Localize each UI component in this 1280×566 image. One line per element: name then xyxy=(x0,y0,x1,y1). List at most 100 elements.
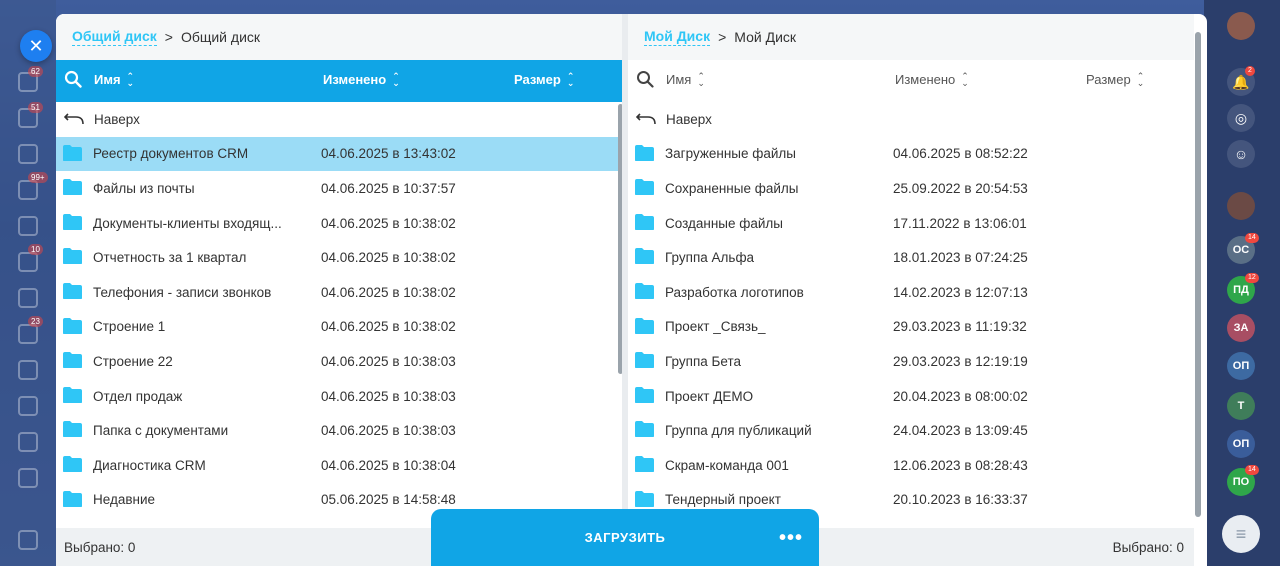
menu-lines-icon[interactable]: ≡ xyxy=(1222,515,1260,553)
up-row[interactable]: Наверх xyxy=(628,102,1194,137)
folder-modified-date: 25.09.2022 в 20:54:53 xyxy=(893,180,1028,196)
folder-row[interactable]: Документы-клиенты входящ... 04.06.2025 в … xyxy=(56,206,622,241)
folder-modified-date: 20.04.2023 в 08:00:02 xyxy=(893,388,1028,404)
close-button[interactable]: ✕ xyxy=(20,30,52,62)
folder-modified-date: 04.06.2025 в 08:52:22 xyxy=(893,146,1028,162)
chat-avatar[interactable]: ЗА xyxy=(1227,314,1255,342)
folder-name: Файлы из почты xyxy=(93,180,195,196)
folder-row[interactable]: Строение 1 04.06.2025 в 10:38:02 xyxy=(56,310,622,345)
folder-row[interactable]: Реестр документов CRM 04.06.2025 в 13:43:… xyxy=(56,136,622,172)
chat-avatar[interactable]: ОП xyxy=(1227,430,1255,458)
folder-icon xyxy=(62,144,83,162)
column-name[interactable]: Имя ⌃ ⌄ xyxy=(666,71,705,87)
selected-count: Выбрано: 0 xyxy=(1112,539,1184,555)
folder-row[interactable]: Группа для публикаций 24.04.2023 в 13:09:… xyxy=(628,413,1194,448)
menu-icon xyxy=(18,324,38,344)
folder-modified-date: 12.06.2023 в 08:28:43 xyxy=(893,457,1028,473)
folder-modified-date: 04.06.2025 в 10:38:02 xyxy=(321,250,456,266)
breadcrumb-link[interactable]: Общий диск xyxy=(72,28,157,46)
folder-name: Группа для публикаций xyxy=(665,423,812,439)
folder-icon xyxy=(634,247,655,265)
user-avatar[interactable] xyxy=(1227,12,1255,40)
notification-badge: 2 xyxy=(1245,66,1255,76)
folder-icon xyxy=(62,282,83,300)
folder-row[interactable]: Диагностика CRM 04.06.2025 в 10:38:04 xyxy=(56,448,622,483)
breadcrumb: Общий диск > Общий диск xyxy=(56,14,622,60)
up-row[interactable]: Наверх xyxy=(56,102,622,137)
folder-modified-date: 24.04.2023 в 13:09:45 xyxy=(893,423,1028,439)
selected-count: Выбрано: 0 xyxy=(64,539,136,555)
folder-icon xyxy=(62,351,83,369)
level-up-icon xyxy=(63,112,84,129)
menu-icon xyxy=(18,396,38,416)
column-modified[interactable]: Изменено ⌃ ⌄ xyxy=(323,71,400,87)
breadcrumb-separator: > xyxy=(718,29,727,45)
folder-modified-date: 04.06.2025 в 10:38:02 xyxy=(321,215,456,231)
upload-label: ЗАГРУЗИТЬ xyxy=(584,530,666,545)
search-icon[interactable] xyxy=(64,70,82,93)
folder-row[interactable]: Сохраненные файлы 25.09.2022 в 20:54:53 xyxy=(628,171,1194,206)
up-label: Наверх xyxy=(666,111,712,127)
fingerprint-icon[interactable]: ◎ xyxy=(1227,104,1255,132)
sort-icon: ⌃ ⌄ xyxy=(566,70,575,88)
folder-row[interactable]: Папка с документами 04.06.2025 в 10:38:03 xyxy=(56,413,622,448)
unread-badge: 12 xyxy=(1245,273,1259,283)
folder-name: Сохраненные файлы xyxy=(665,180,799,196)
folder-icon xyxy=(62,247,83,265)
folder-row[interactable]: Файлы из почты 04.06.2025 в 10:37:57 xyxy=(56,171,622,206)
more-icon[interactable]: ••• xyxy=(779,527,803,550)
folder-name: Отдел продаж xyxy=(93,388,183,404)
folder-row[interactable]: Созданные файлы 17.11.2022 в 13:06:01 xyxy=(628,206,1194,241)
avatar[interactable] xyxy=(1227,192,1255,220)
folder-row[interactable]: Телефония - записи звонков 04.06.2025 в 1… xyxy=(56,275,622,310)
folder-modified-date: 04.06.2025 в 10:38:03 xyxy=(321,353,456,369)
left-pane: Общий диск > Общий диск Имя ⌃ ⌄ Изменено ⌃ ⌄… xyxy=(56,14,623,566)
menu-icon xyxy=(18,288,38,308)
folder-name: Строение 1 xyxy=(93,319,166,335)
folder-icon xyxy=(62,213,83,231)
folder-row[interactable]: Загруженные файлы 04.06.2025 в 08:52:22 xyxy=(628,137,1194,172)
folder-icon xyxy=(634,178,655,196)
folder-row[interactable]: Проект ДЕМО 20.04.2023 в 08:00:02 xyxy=(628,379,1194,414)
chat-avatar[interactable]: Т xyxy=(1227,392,1255,420)
folder-name: Телефония - записи звонков xyxy=(93,284,272,300)
upload-button[interactable]: ЗАГРУЗИТЬ ••• xyxy=(431,509,819,566)
table-header: Имя ⌃ ⌄ Изменено ⌃ ⌄ Размер ⌃ ⌄ xyxy=(56,60,622,102)
column-size[interactable]: Размер ⌃ ⌄ xyxy=(1086,70,1145,88)
folder-modified-date: 04.06.2025 в 10:38:02 xyxy=(321,284,456,300)
chat-avatar[interactable]: ОП xyxy=(1227,352,1255,380)
folder-icon xyxy=(62,178,83,196)
chat-icon[interactable]: ☺ xyxy=(1227,140,1255,168)
breadcrumb: Мой Диск > Мой Диск xyxy=(628,14,1194,60)
folder-icon xyxy=(62,490,83,508)
column-modified[interactable]: Изменено ⌃ ⌄ xyxy=(895,71,969,87)
sort-icon: ⌃ ⌄ xyxy=(126,70,135,88)
file-picker-dialog: Общий диск > Общий диск Имя ⌃ ⌄ Изменено ⌃ ⌄… xyxy=(56,14,1207,566)
menu-icon xyxy=(18,468,38,488)
folder-modified-date: 29.03.2023 в 11:19:32 xyxy=(893,319,1027,335)
folder-row[interactable]: Разработка логотипов 14.02.2023 в 12:07:1… xyxy=(628,275,1194,310)
folder-row[interactable]: Строение 22 04.06.2025 в 10:38:03 xyxy=(56,344,622,379)
folder-icon xyxy=(62,317,83,335)
search-icon[interactable] xyxy=(636,70,654,93)
folder-name: Созданные файлы xyxy=(665,215,783,231)
folder-modified-date: 04.06.2025 в 10:38:03 xyxy=(321,388,456,404)
folder-modified-date: 04.06.2025 в 10:38:04 xyxy=(321,457,456,473)
folder-row[interactable]: Отчетность за 1 квартал 04.06.2025 в 10:3… xyxy=(56,240,622,275)
folder-name: Реестр документов CRM xyxy=(93,146,249,162)
folder-row[interactable]: Отдел продаж 04.06.2025 в 10:38:03 xyxy=(56,379,622,414)
menu-icon xyxy=(18,144,38,164)
folder-icon xyxy=(634,351,655,369)
breadcrumb-link[interactable]: Мой Диск xyxy=(644,28,711,46)
folder-row[interactable]: Проект _Связь_ 29.03.2023 в 11:19:32 xyxy=(628,310,1194,345)
folder-row[interactable]: Группа Альфа 18.01.2023 в 07:24:25 xyxy=(628,240,1194,275)
column-modified-label: Изменено xyxy=(895,72,956,87)
column-modified-label: Изменено xyxy=(323,72,387,87)
column-size[interactable]: Размер ⌃ ⌄ xyxy=(514,70,575,88)
sort-icon: ⌃ ⌄ xyxy=(1136,70,1145,88)
settings-icon xyxy=(18,530,38,550)
column-name[interactable]: Имя ⌃ ⌄ xyxy=(94,70,135,88)
folder-row[interactable]: Группа Бета 29.03.2023 в 12:19:19 xyxy=(628,344,1194,379)
scrollbar[interactable] xyxy=(1195,32,1201,517)
folder-row[interactable]: Скрам-команда 001 12.06.2023 в 08:28:43 xyxy=(628,448,1194,483)
